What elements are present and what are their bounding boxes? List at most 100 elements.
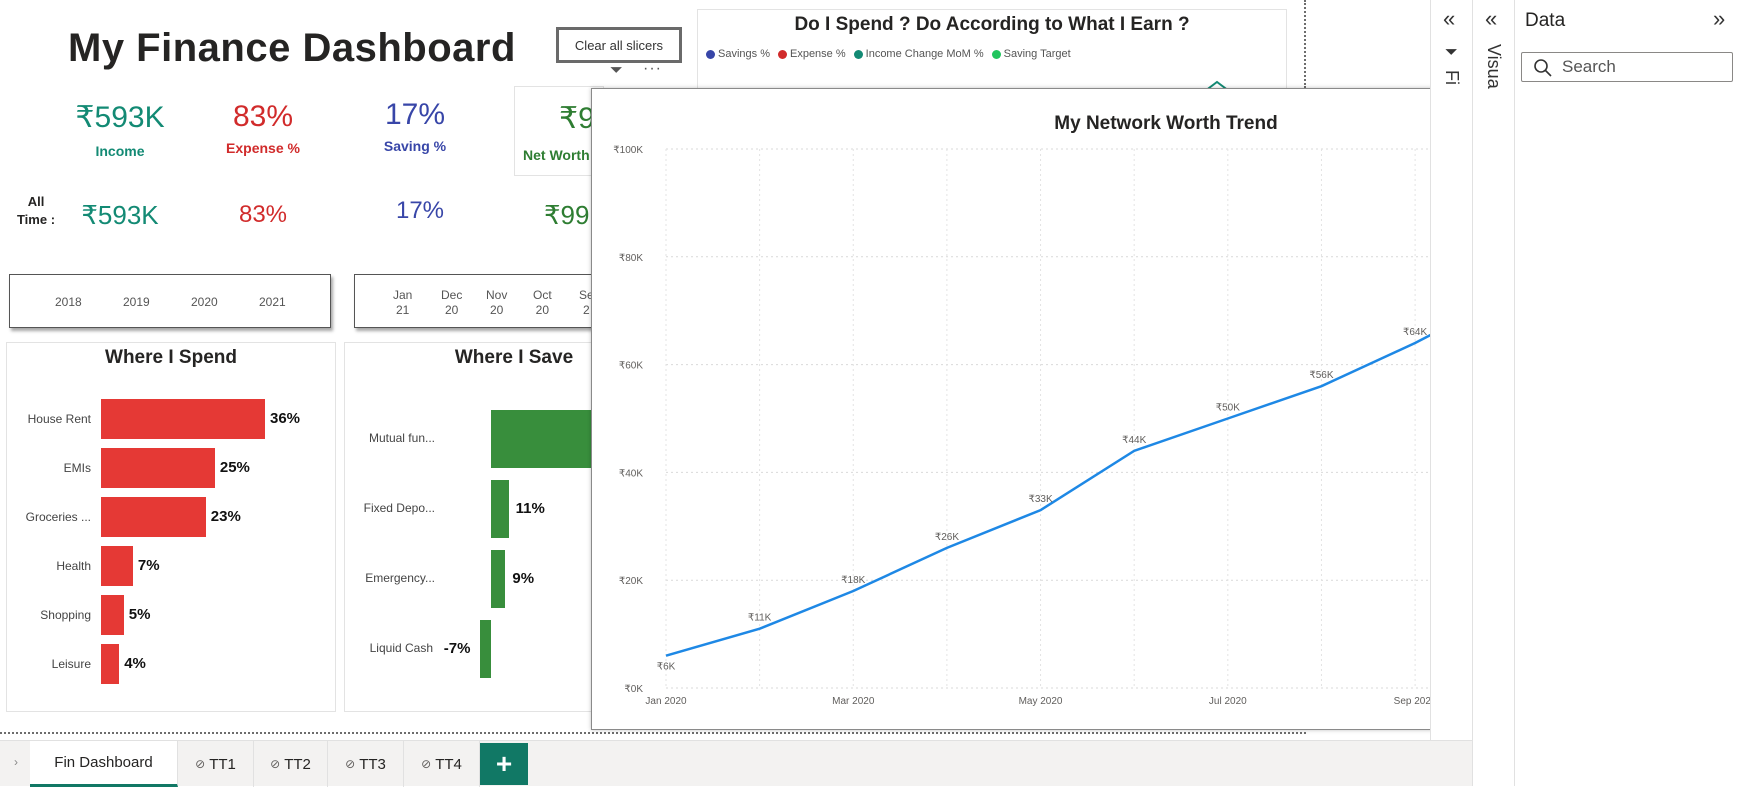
year-option-2019[interactable]: 2019 (123, 295, 150, 310)
legend-item-income-change[interactable]: Income Change MoM % (853, 48, 984, 60)
legend-item-savings[interactable]: Savings % (706, 48, 770, 60)
kpi-expense-card[interactable]: 83% Expense % (203, 100, 323, 156)
month-option-oct-20[interactable]: Oct 20 (533, 288, 552, 318)
bar-value-label: 7% (137, 557, 160, 574)
kpi-income-value: ₹593K (75, 101, 165, 134)
filter-icon[interactable]: ⏷ (610, 62, 623, 80)
spend-bar[interactable] (101, 644, 120, 684)
data-point-label: ₹33K (1028, 494, 1052, 505)
bar-category-label: EMIs (63, 461, 91, 475)
spend-bar[interactable] (101, 546, 133, 586)
data-pane[interactable]: Data » (1514, 0, 1739, 786)
scroll-tabs-left-icon[interactable]: › (14, 755, 18, 769)
visualizations-pane[interactable]: « Visua (1472, 0, 1514, 786)
x-tick-label: May 2020 (1019, 696, 1063, 707)
bar-category-label: Health (56, 559, 91, 573)
legend-item-saving-target[interactable]: Saving Target (991, 48, 1071, 60)
collapse-filters-icon[interactable]: « (1443, 6, 1455, 32)
canvas-bottom-border (0, 732, 1306, 734)
bar-value-label: -7% (443, 640, 471, 657)
collapse-visualizations-icon[interactable]: « (1485, 6, 1497, 32)
data-point-label: ₹50K (1216, 403, 1240, 414)
visualizations-pane-label[interactable]: Visua (1483, 44, 1504, 89)
month-year: 20 (489, 303, 504, 317)
tab-tt2[interactable]: ⊘ TT2 (254, 741, 328, 787)
all-time-label: All Time : (15, 193, 57, 229)
save-bar[interactable] (479, 620, 491, 678)
legend-dot (706, 49, 715, 59)
tab-tt3[interactable]: ⊘ TT3 (328, 741, 404, 787)
month-option-dec-20[interactable]: Dec 20 (441, 288, 462, 318)
save-bar[interactable] (491, 550, 506, 608)
y-axis-ticks: ₹0K ₹20K ₹40K ₹60K ₹80K ₹100K (613, 145, 643, 695)
month-name: Oct (533, 288, 552, 302)
month-slicer[interactable]: Jan 21 Dec 20 Nov 20 Oct 20 Se 2 (354, 274, 594, 328)
kpi-networth-value: ₹9 (559, 102, 595, 135)
tab-fin-dashboard[interactable]: Fin Dashboard (30, 741, 178, 787)
x-tick-label: Jan 2020 (645, 696, 687, 707)
bar-value-label: 5% (128, 606, 151, 623)
month-year: 20 (535, 303, 550, 317)
kpi-income-label: Income (95, 143, 145, 159)
where-i-spend-chart[interactable]: Where I Spend House Rent 36% EMIs 25% Grocer… (6, 342, 336, 712)
where-i-save-chart[interactable]: Where I Save Mutual fun... Fixed Depo... 1… (344, 342, 594, 712)
kpi-saving-card[interactable]: 17% Saving % (355, 98, 475, 154)
spend-bar[interactable] (101, 399, 265, 439)
kpi-networth-label: Net Worth (523, 147, 590, 163)
all-time-income: ₹593K (81, 200, 159, 230)
all-time-saving: 17% (395, 197, 445, 224)
clear-all-slicers-button[interactable]: Clear all slicers (556, 27, 682, 63)
bar-category-label: Mutual fun... (368, 431, 435, 445)
data-point-label: ₹64K (1403, 327, 1427, 338)
data-point-label: ₹56K (1309, 370, 1333, 381)
more-options-icon[interactable]: ··· (643, 60, 662, 78)
data-pane-title: Data (1525, 10, 1566, 31)
tab-label: TT1 (209, 755, 236, 773)
kpi-saving-label: Saving % (383, 138, 447, 154)
all-time-label-line1: All (27, 194, 45, 209)
year-slicer[interactable]: 2018 2019 2020 2021 (9, 274, 331, 328)
spend-bar[interactable] (101, 448, 215, 488)
bar-category-label: Shopping (40, 608, 91, 622)
bar-category-label: Groceries ... (25, 510, 91, 524)
bar-value-label: 36% (270, 410, 301, 427)
spend-bar[interactable] (101, 497, 206, 537)
month-option-nov-20[interactable]: Nov 20 (486, 288, 507, 318)
month-year: 20 (444, 303, 459, 317)
filters-pane-label[interactable]: Fi (1441, 70, 1462, 85)
month-name: Nov (486, 288, 508, 302)
all-time-label-line2: Time : (16, 212, 56, 227)
tab-tt1[interactable]: ⊘ TT1 (178, 741, 254, 787)
y-tick-label: ₹0K (624, 684, 643, 695)
filters-pane[interactable]: « ⏷ Fi (1430, 0, 1472, 740)
tab-label: TT4 (435, 755, 462, 773)
tab-tt4[interactable]: ⊘ TT4 (404, 741, 480, 787)
spend-bar[interactable] (101, 595, 124, 635)
kpi-income-card[interactable]: ₹593K Income (60, 100, 180, 159)
add-page-button[interactable]: + (480, 743, 528, 785)
month-name: Dec (441, 288, 463, 302)
legend-item-expense[interactable]: Expense % (777, 48, 846, 60)
save-bar[interactable] (491, 410, 593, 468)
hidden-page-icon: ⊘ (421, 757, 432, 771)
year-option-2021[interactable]: 2021 (259, 295, 286, 310)
data-point-label: ₹26K (935, 532, 959, 543)
bar-category-label: Liquid Cash (369, 641, 433, 655)
month-option-jan-21[interactable]: Jan 21 (393, 288, 412, 318)
hidden-page-icon: ⊘ (195, 757, 206, 771)
y-tick-label: ₹40K (619, 468, 643, 479)
year-option-2018[interactable]: 2018 (55, 295, 82, 310)
spend-vs-earn-chart[interactable]: Do I Spend ? Do According to What I Earn… (697, 9, 1287, 92)
tab-label: Fin Dashboard (54, 754, 153, 771)
x-tick-label: Jul 2020 (1209, 696, 1247, 707)
kpi-saving-value: 17% (384, 98, 446, 131)
data-point-label: ₹6K (657, 662, 676, 673)
bar-value-label: 25% (219, 459, 250, 476)
legend-dot (853, 49, 863, 59)
where-i-save-title: Where I Save (454, 347, 574, 368)
save-bar[interactable] (491, 480, 509, 538)
tab-label: TT3 (359, 755, 386, 773)
y-tick-label: ₹100K (613, 145, 643, 156)
year-option-2020[interactable]: 2020 (191, 295, 218, 310)
collapse-data-pane-icon[interactable]: » (1713, 6, 1725, 32)
